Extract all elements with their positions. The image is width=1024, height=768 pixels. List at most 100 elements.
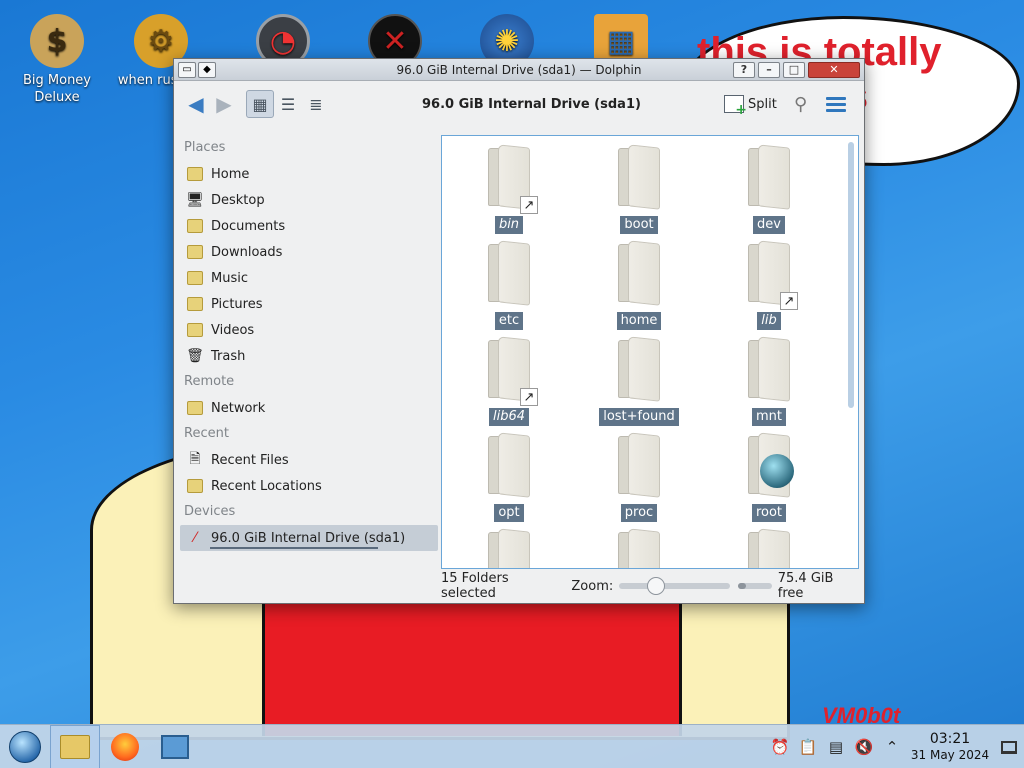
show-desktop-icon (1001, 740, 1017, 754)
clock[interactable]: 03:21 31 May 2024 (906, 731, 994, 763)
wallpaper-red-shape (262, 596, 682, 736)
folder-item[interactable]: boot (574, 142, 704, 238)
folder-name: lib (757, 312, 781, 330)
clock-date: 31 May 2024 (910, 748, 990, 762)
arrow-right-icon: ▶ (216, 92, 232, 116)
pin-icon[interactable]: ◆ (198, 61, 216, 78)
monitor-icon (161, 734, 189, 759)
places-item-downloads[interactable]: Downloads (180, 239, 438, 265)
free-space-bar (737, 583, 772, 589)
folder-icon: ↗ (748, 240, 798, 310)
folder-icon (748, 336, 790, 404)
places-item-videos[interactable]: Videos (180, 317, 438, 343)
places-item-network[interactable]: Network (180, 395, 438, 421)
folder-name: lib64 (488, 408, 530, 426)
details-view-icon: ≣ (309, 94, 323, 114)
music-folder-icon (186, 269, 204, 287)
folder-item[interactable]: etc (444, 238, 574, 334)
taskbar-firefox[interactable] (100, 725, 150, 768)
places-item-internal-drive[interactable]: ⁄ 96.0 GiB Internal Drive (sda1) (180, 525, 438, 551)
compact-view-button[interactable]: ☰ (274, 90, 302, 118)
recent-files-icon: 🗎 (189, 451, 201, 467)
hard-drive-icon: ⁄ (193, 530, 197, 546)
chevron-up-icon[interactable]: ⌃ (878, 738, 906, 756)
search-icon[interactable]: ⚲ (794, 94, 807, 115)
folder-item[interactable]: dev (704, 142, 834, 238)
app-menu-icon[interactable]: ▭ (178, 61, 196, 78)
folder-item[interactable]: ↗ bin (444, 142, 574, 238)
home-folder-icon (186, 165, 204, 183)
pictures-folder-icon (186, 295, 204, 313)
split-button[interactable]: Split (724, 95, 777, 118)
battery-icon[interactable]: ▤ (822, 738, 850, 756)
section-devices: Devices (184, 504, 236, 519)
places-item-documents[interactable]: Documents (180, 213, 438, 239)
taskbar-network-manager[interactable] (150, 725, 200, 768)
dolphin-window: ▭ ◆ 96.0 GiB Internal Drive (sda1) — Dol… (173, 58, 865, 604)
forward-button[interactable]: ▶ (210, 90, 238, 118)
drive-usage-bar (210, 547, 378, 549)
folder-icon: ↗ (488, 336, 538, 406)
folder-item[interactable]: proc (574, 430, 704, 526)
split-label: Split (748, 96, 777, 112)
folder-name: dev (753, 216, 785, 234)
show-desktop-button[interactable] (994, 740, 1024, 754)
folder-icon: ↗ (488, 144, 538, 214)
folder-item[interactable]: opt (444, 430, 574, 526)
places-item-music[interactable]: Music (180, 265, 438, 291)
places-item-recent-locations[interactable]: Recent Locations (180, 473, 438, 499)
minimize-button[interactable]: – (758, 61, 780, 78)
arrow-left-icon: ◀ (188, 92, 204, 116)
status-bar: 15 Folders selected Zoom: 75.4 GiB free (441, 571, 859, 601)
zoom-slider[interactable] (619, 577, 730, 595)
start-orb-icon (9, 730, 41, 763)
folder-item[interactable]: ↗ lib64 (444, 334, 574, 430)
title-bar[interactable]: ▭ ◆ 96.0 GiB Internal Drive (sda1) — Dol… (174, 59, 864, 81)
folder-icon (488, 528, 530, 568)
details-view-button[interactable]: ≣ (302, 90, 330, 118)
places-item-pictures[interactable]: Pictures (180, 291, 438, 317)
folder-name: bin (494, 216, 524, 234)
back-button[interactable]: ◀ (182, 90, 210, 118)
location-label: 96.0 GiB Internal Drive (sda1) (422, 96, 641, 112)
zoom-slider-handle[interactable] (647, 577, 666, 595)
folder-item-partial[interactable] (574, 526, 704, 568)
folder-item[interactable]: home (574, 238, 704, 334)
places-item-trash[interactable]: 🗑 Trash (180, 343, 438, 369)
places-item-desktop[interactable]: 🖥 Desktop (180, 187, 438, 213)
maximize-button[interactable]: □ (783, 61, 805, 78)
firefox-icon (111, 732, 139, 761)
folder-name: lost+found (599, 408, 679, 426)
folder-name: root (751, 504, 787, 522)
folder-icon (618, 240, 660, 308)
symlink-arrow-icon: ↗ (780, 292, 798, 310)
folder-name: opt (494, 504, 524, 522)
trash-icon: 🗑 (186, 348, 204, 364)
places-item-home[interactable]: Home (180, 161, 438, 187)
folder-item[interactable]: mnt (704, 334, 834, 430)
start-button[interactable] (0, 725, 50, 768)
help-button[interactable]: ? (733, 61, 755, 78)
file-view[interactable]: ↗ bin boot dev etc home ↗ lib ↗ lib64 lost+found mn… (441, 135, 859, 569)
folder-item-partial[interactable] (444, 526, 574, 568)
selection-status: 15 Folders selected (441, 571, 509, 601)
places-item-recent-files[interactable]: 🗎 Recent Files (180, 447, 438, 473)
folder-item[interactable]: ↗ lib (704, 238, 834, 334)
icons-view-button[interactable]: ▦ (246, 90, 274, 118)
folder-item[interactable]: root (704, 430, 834, 526)
vertical-scrollbar[interactable] (848, 142, 854, 408)
desktop-icon: 🖥 (186, 192, 204, 208)
folder-icon (748, 528, 790, 568)
desktop-icon-big-money[interactable]: $ Big Money Deluxe (12, 4, 102, 106)
close-button[interactable]: ✕ (808, 61, 860, 78)
taskbar-dolphin[interactable] (50, 724, 100, 768)
folder-item-partial[interactable] (704, 526, 834, 568)
hamburger-menu-icon[interactable] (826, 94, 846, 115)
system-tray: ⏰ 📋 ▤ 🔇 ⌃ 03:21 31 May 2024 (766, 725, 1024, 768)
folder-item[interactable]: lost+found (574, 334, 704, 430)
volume-muted-icon[interactable]: 🔇 (850, 738, 878, 756)
split-view-icon (724, 95, 747, 118)
notifications-icon[interactable]: ⏰ (766, 738, 794, 756)
symlink-arrow-icon: ↗ (520, 196, 538, 214)
clipboard-icon[interactable]: 📋 (794, 738, 822, 756)
